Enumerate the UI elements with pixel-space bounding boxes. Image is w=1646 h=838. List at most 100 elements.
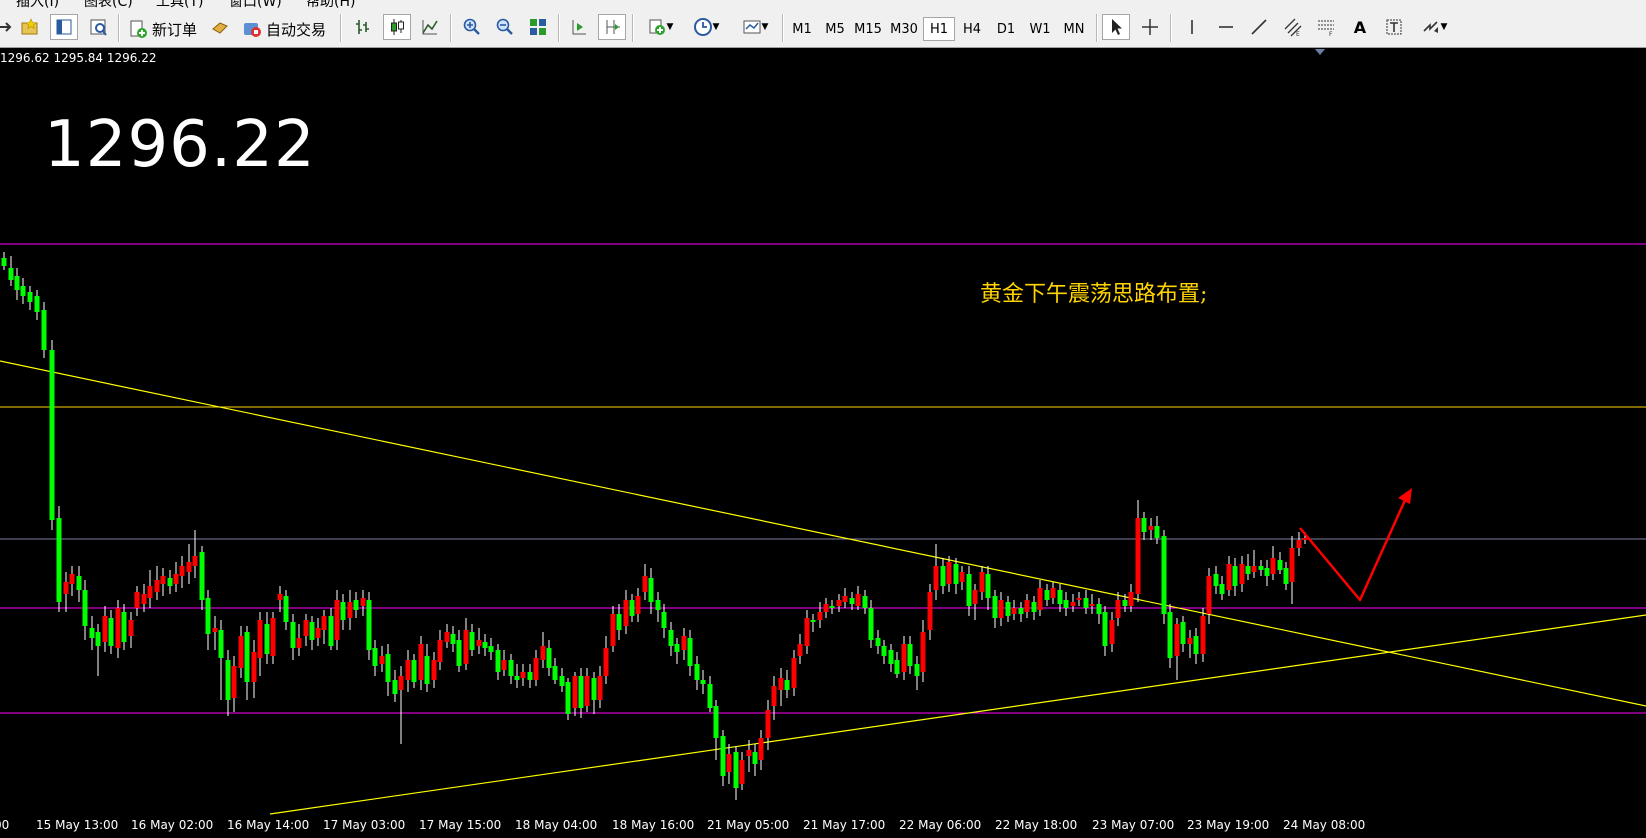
candle-body bbox=[424, 656, 430, 684]
candle-body bbox=[41, 310, 47, 350]
candle-body bbox=[360, 598, 366, 606]
candle-body bbox=[674, 644, 680, 652]
timeframe-m15[interactable]: M15 bbox=[852, 17, 884, 41]
menu-tools[interactable]: 工具(T) bbox=[156, 0, 203, 8]
candle-body bbox=[514, 676, 520, 680]
equidistant-channel-icon[interactable]: E bbox=[1279, 14, 1307, 40]
favorites-folder-icon[interactable] bbox=[16, 14, 44, 40]
candle-body bbox=[533, 658, 539, 680]
time-label: 21 May 17:00 bbox=[803, 818, 886, 832]
timeframe-mn[interactable]: MN bbox=[1058, 17, 1090, 41]
candle-body bbox=[914, 664, 920, 676]
new-order-button[interactable]: 新订单 bbox=[128, 17, 197, 41]
candle-body bbox=[392, 680, 398, 694]
trendline-icon[interactable] bbox=[1245, 14, 1273, 40]
indicators-dropdown[interactable]: ▼ bbox=[640, 14, 680, 40]
candle-body bbox=[128, 620, 134, 636]
candle-body bbox=[283, 596, 289, 622]
chart-annotation[interactable]: 黄金下午震荡思路布置; bbox=[980, 276, 1207, 308]
candle-body bbox=[1018, 608, 1024, 614]
candle-body bbox=[134, 592, 140, 608]
candle-body bbox=[315, 628, 321, 638]
candle-body bbox=[347, 602, 353, 618]
menu-charts[interactable]: 图表(C) bbox=[84, 0, 133, 8]
candle-body bbox=[340, 602, 346, 620]
candle-body bbox=[552, 666, 558, 680]
timeframe-h4[interactable]: H4 bbox=[956, 17, 988, 41]
menu-help[interactable]: 帮助(H) bbox=[306, 0, 355, 8]
candle-body bbox=[353, 600, 359, 610]
candle-body bbox=[160, 576, 166, 584]
fibonacci-icon[interactable]: F bbox=[1312, 14, 1340, 40]
timeframe-m1[interactable]: M1 bbox=[786, 17, 818, 41]
candle-body bbox=[597, 676, 603, 700]
candle-body bbox=[520, 672, 526, 678]
tester-icon[interactable] bbox=[84, 14, 112, 40]
candlestick-icon[interactable] bbox=[383, 14, 411, 40]
candle-body bbox=[836, 600, 842, 606]
candle-body bbox=[321, 616, 327, 630]
zoom-out-icon[interactable] bbox=[491, 14, 519, 40]
candle-body bbox=[1193, 636, 1199, 654]
templates-dropdown[interactable]: ▼ bbox=[734, 14, 776, 40]
candle-body bbox=[1083, 598, 1089, 608]
bar-chart-icon[interactable] bbox=[349, 14, 377, 40]
candle-body bbox=[694, 664, 700, 680]
candle-body bbox=[1289, 548, 1295, 582]
horizontal-line-icon[interactable] bbox=[1212, 14, 1240, 40]
candle-body bbox=[823, 604, 829, 612]
auto-trading-button[interactable]: 自动交易 bbox=[242, 17, 326, 41]
templates-icon bbox=[743, 20, 761, 34]
candle-body bbox=[385, 654, 391, 682]
candle-body bbox=[366, 600, 372, 650]
crosshair-icon[interactable] bbox=[1136, 14, 1164, 40]
timeframe-m30[interactable]: M30 bbox=[888, 17, 920, 41]
candle-body bbox=[746, 750, 752, 756]
candle-body bbox=[147, 586, 153, 598]
timeframe-w1[interactable]: W1 bbox=[1024, 17, 1056, 41]
timeframe-d1[interactable]: D1 bbox=[990, 17, 1022, 41]
menu-window[interactable]: 窗口(W) bbox=[229, 0, 282, 8]
timeframe-m5[interactable]: M5 bbox=[819, 17, 851, 41]
ascending-trendline[interactable] bbox=[269, 614, 1646, 815]
periods-dropdown[interactable]: ▼ bbox=[686, 14, 726, 40]
candle-body bbox=[778, 678, 784, 690]
candle-body bbox=[1232, 566, 1238, 586]
candle-body bbox=[1109, 620, 1115, 644]
candle-body bbox=[482, 642, 488, 648]
chart-shift-icon[interactable] bbox=[598, 14, 626, 40]
forecast-arrow-path[interactable] bbox=[1299, 497, 1408, 602]
candle-body bbox=[1024, 600, 1030, 612]
candle-body bbox=[875, 638, 881, 646]
candle-body bbox=[20, 286, 26, 296]
cursor-icon[interactable] bbox=[1102, 14, 1130, 40]
candle-body bbox=[791, 658, 797, 688]
candle-body bbox=[212, 628, 218, 632]
candle-body bbox=[797, 644, 803, 656]
candle-body bbox=[527, 672, 533, 680]
navigator-icon[interactable] bbox=[50, 14, 78, 40]
text-label-icon[interactable] bbox=[1380, 14, 1408, 40]
vertical-line-icon[interactable] bbox=[1178, 14, 1206, 40]
arrows-dropdown[interactable]: ▼ bbox=[1414, 14, 1454, 40]
time-label: 18 May 04:00 bbox=[515, 818, 598, 832]
timeframe-h1[interactable]: H1 bbox=[923, 17, 955, 41]
candle-body bbox=[687, 638, 693, 666]
market-watch-icon[interactable] bbox=[206, 14, 234, 40]
menu-insert[interactable]: 插入(I) bbox=[16, 0, 59, 8]
candle-body bbox=[444, 632, 450, 642]
tile-windows-icon[interactable] bbox=[524, 14, 552, 40]
zoom-in-icon[interactable] bbox=[458, 14, 486, 40]
candle-body bbox=[546, 648, 552, 668]
text-tool-button[interactable]: A bbox=[1346, 14, 1374, 40]
candle-body bbox=[829, 606, 835, 608]
candle-body bbox=[1277, 560, 1283, 570]
candle-body bbox=[1089, 604, 1095, 606]
candle-body bbox=[1057, 590, 1063, 604]
auto-scroll-icon[interactable] bbox=[565, 14, 593, 40]
candle-body bbox=[173, 574, 179, 584]
text-tool-label: A bbox=[1353, 17, 1367, 37]
candle-body bbox=[154, 580, 160, 592]
candle-body bbox=[450, 634, 456, 644]
line-chart-icon[interactable] bbox=[416, 14, 444, 40]
